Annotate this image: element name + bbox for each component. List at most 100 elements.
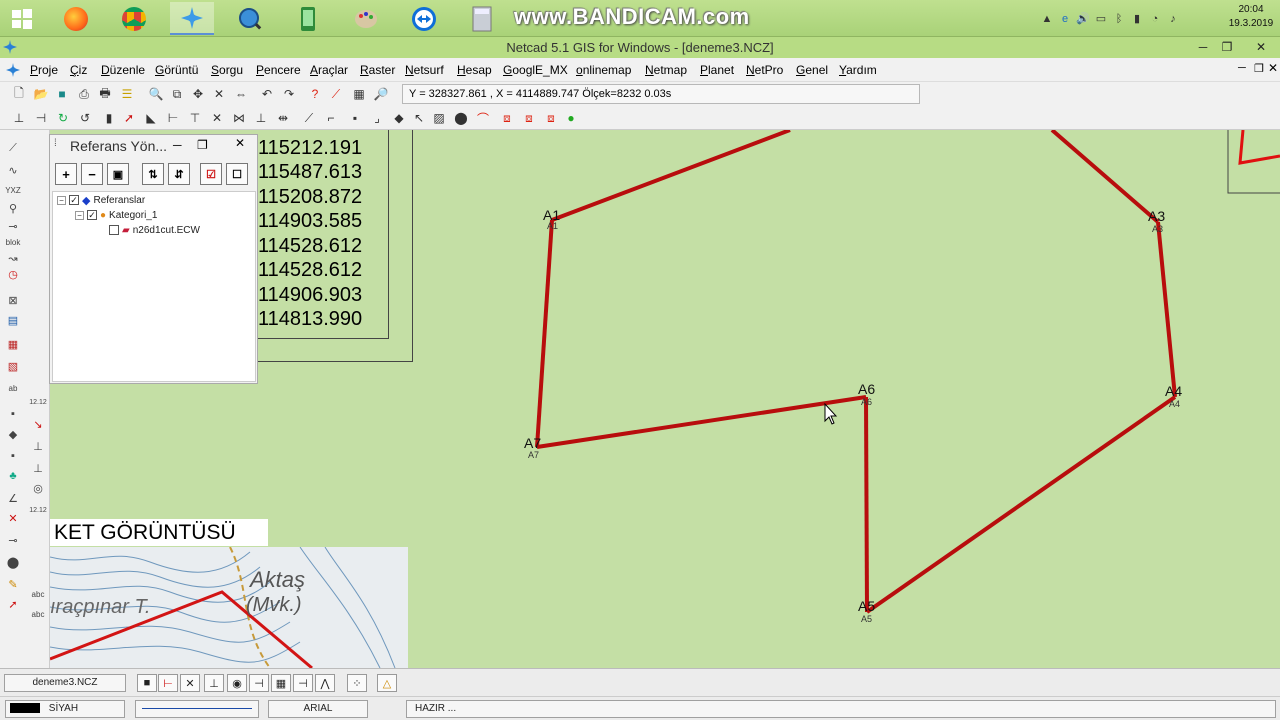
- print-icon[interactable]: 🖶: [96, 85, 114, 103]
- menu-ciz[interactable]: Çiz: [70, 63, 87, 77]
- pointer-icon[interactable]: ↖: [410, 109, 428, 127]
- vertex-add-icon[interactable]: ↘: [28, 416, 48, 432]
- volume-icon[interactable]: 🔊: [1076, 12, 1090, 26]
- parcel-edge-a7-a6[interactable]: [536, 395, 867, 449]
- taskbar-app-chrome[interactable]: [112, 2, 156, 35]
- cross-tool-icon[interactable]: ✕: [3, 510, 23, 526]
- numeric-label2-icon[interactable]: 12.12: [28, 502, 48, 518]
- color-selector[interactable]: SİYAH: [5, 700, 125, 718]
- root-checkbox[interactable]: ✓: [69, 195, 79, 205]
- point-icon[interactable]: ⚲: [3, 200, 23, 216]
- panel-close-button[interactable]: ✕: [226, 136, 254, 154]
- panel-restore-button[interactable]: ❐: [197, 138, 208, 152]
- query-icon[interactable]: 🔎: [372, 85, 390, 103]
- taskbar-app-netcad[interactable]: [170, 2, 214, 35]
- menu-genel[interactable]: Genel: [796, 63, 828, 77]
- print-preview-icon[interactable]: ⎙: [75, 85, 93, 103]
- parcel-edge-top-a3[interactable]: [1050, 130, 1160, 224]
- menu-netpro[interactable]: NetPro: [746, 63, 783, 77]
- dimension-icon[interactable]: ⇹: [274, 109, 292, 127]
- grid-icon[interactable]: ▦: [350, 85, 368, 103]
- monitor-icon[interactable]: ▭: [1094, 12, 1108, 26]
- save-icon[interactable]: ■: [53, 85, 71, 103]
- taskbar-app-firefox[interactable]: [54, 2, 98, 35]
- edge-icon[interactable]: e: [1058, 12, 1072, 26]
- mdi-close-button[interactable]: ✕: [1268, 61, 1278, 75]
- window-close-button[interactable]: ✕: [1250, 38, 1272, 56]
- clock[interactable]: 20:04 19.3.2019: [1226, 3, 1276, 31]
- uncheck-all-button[interactable]: ☐: [226, 163, 248, 185]
- offset-icon[interactable]: ⊥: [28, 438, 48, 454]
- abc-text-icon[interactable]: abc: [28, 586, 48, 602]
- zoom-icon[interactable]: 🔍: [147, 85, 165, 103]
- menu-araclar[interactable]: Araçlar: [310, 63, 348, 77]
- midpoint-snap-icon[interactable]: ⊣: [249, 674, 269, 692]
- redo-icon[interactable]: ↷: [280, 85, 298, 103]
- center-snap-icon[interactable]: ◉: [227, 674, 247, 692]
- stop-icon[interactable]: ■: [137, 674, 157, 692]
- polyline-icon[interactable]: ⌐: [322, 109, 340, 127]
- angle-tool-icon[interactable]: ∠: [3, 490, 23, 506]
- tree-node-file[interactable]: ▰ n26d1cut.ECW: [109, 223, 200, 237]
- wifi-icon[interactable]: ◔: [1148, 12, 1162, 26]
- arrow-tool-icon[interactable]: ↝: [3, 250, 23, 266]
- document-menu-icon[interactable]: [5, 62, 21, 78]
- line-type-selector[interactable]: [135, 700, 259, 718]
- window-poly-icon[interactable]: ⧈: [542, 109, 560, 127]
- mirror-icon[interactable]: ⋈: [230, 109, 248, 127]
- windows-start-button[interactable]: [0, 2, 44, 35]
- perp-tool-icon[interactable]: ⊥: [28, 460, 48, 476]
- extend-icon[interactable]: ⊢: [164, 109, 182, 127]
- line-tool-icon[interactable]: ⟋: [300, 109, 318, 127]
- menu-onlinemap[interactable]: onlinemap: [576, 63, 631, 77]
- category-checkbox[interactable]: ✓: [87, 210, 97, 220]
- bluetooth-icon[interactable]: ᛒ: [1112, 12, 1126, 26]
- rotate-tool-icon[interactable]: ◎: [28, 480, 48, 496]
- file-checkbox[interactable]: [109, 225, 119, 235]
- abc-text2-icon[interactable]: abc: [28, 606, 48, 622]
- object-icon[interactable]: ⬤: [452, 109, 470, 127]
- window-select-icon[interactable]: ⧈: [498, 109, 516, 127]
- globe-icon[interactable]: ●: [562, 109, 580, 127]
- menu-pencere[interactable]: Pencere: [256, 63, 301, 77]
- menu-sorgu[interactable]: Sorgu: [211, 63, 243, 77]
- numeric-label-icon[interactable]: 12.12: [28, 394, 48, 410]
- add-reference-button[interactable]: +: [55, 163, 77, 185]
- hatch-tool-icon[interactable]: ▧: [3, 358, 23, 374]
- circle-tool-icon[interactable]: ◷: [3, 266, 23, 282]
- open-folder-icon[interactable]: 📂: [32, 85, 50, 103]
- window-restore-button[interactable]: ❐: [1216, 38, 1238, 56]
- draw-line-icon[interactable]: ⟋: [327, 85, 345, 103]
- circle-fill-icon[interactable]: ⬤: [3, 554, 23, 570]
- menu-hesap[interactable]: Hesap: [457, 63, 492, 77]
- layers-icon[interactable]: ☰: [118, 85, 136, 103]
- tree-node-root[interactable]: − ✓ ◆ Referanslar: [57, 193, 145, 207]
- rotate-back-icon[interactable]: ↺: [76, 109, 94, 127]
- paint-tool-icon[interactable]: ✎: [3, 576, 23, 592]
- baseline-icon[interactable]: ⊥: [252, 109, 270, 127]
- snap-endpoint-icon[interactable]: ⊥: [10, 109, 28, 127]
- zoom-window-icon[interactable]: ⧉: [168, 85, 186, 103]
- parcel-edge-a4-a3[interactable]: [1156, 221, 1177, 398]
- menu-raster[interactable]: Raster: [360, 63, 395, 77]
- mdi-minimize-button[interactable]: ─: [1238, 62, 1246, 74]
- object-snap-icon[interactable]: ⁘: [347, 674, 367, 692]
- snap-midpoint-icon[interactable]: ⊣: [32, 109, 50, 127]
- menu-proje[interactable]: Proje: [30, 63, 58, 77]
- check-all-button[interactable]: ☑: [200, 163, 222, 185]
- package-view-image[interactable]: Aktaş (Mvk.) ıraçpınar T.: [50, 547, 408, 668]
- shape-tool-icon[interactable]: ♣: [3, 468, 23, 484]
- parcel-edge-a1-top[interactable]: [551, 130, 791, 222]
- rotate-icon[interactable]: ↻: [54, 109, 72, 127]
- intersection-snap-icon[interactable]: ✕: [180, 674, 200, 692]
- drawing-tab[interactable]: deneme3.NCZ: [4, 674, 126, 692]
- menu-goruntu[interactable]: Görüntü: [155, 63, 198, 77]
- delete-icon[interactable]: ✕: [208, 109, 226, 127]
- grid-tool-icon[interactable]: ▦: [3, 336, 23, 352]
- abc-label-icon[interactable]: ab: [3, 380, 23, 396]
- parcel-edge-a1-a7[interactable]: [535, 219, 554, 448]
- snap-vertex-icon[interactable]: ◆: [3, 426, 23, 442]
- select-red-icon[interactable]: ➚: [3, 596, 23, 612]
- perpendicular-icon[interactable]: ⊤: [186, 109, 204, 127]
- trim-icon[interactable]: ◣: [142, 109, 160, 127]
